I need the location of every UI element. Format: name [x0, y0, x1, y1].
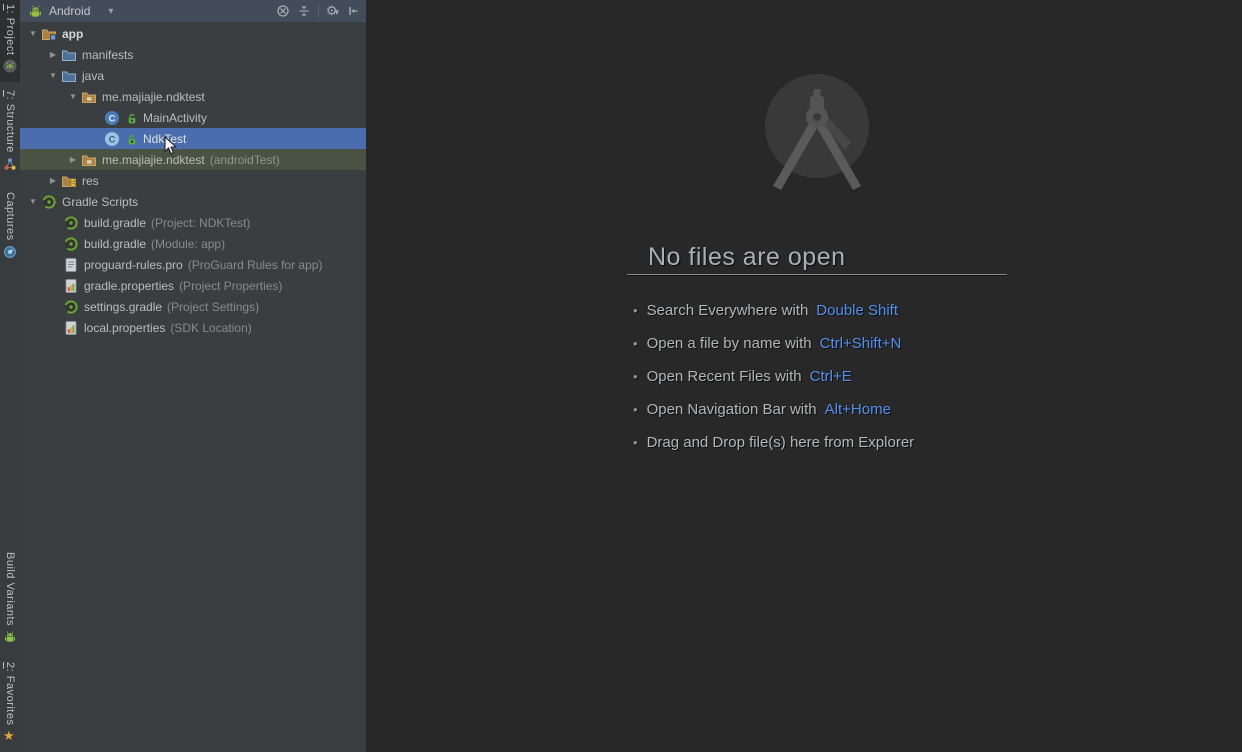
- tree-row-res[interactable]: ▶ res: [20, 170, 366, 191]
- title-divider: [627, 274, 1007, 275]
- android-icon: [3, 630, 17, 644]
- sidebar-item-structure-label: 7: Structure: [4, 90, 16, 153]
- sidebar-item-project[interactable]: 1: Project: [0, 0, 20, 82]
- sidebar-item-favorites-label: 2: Favorites: [4, 662, 16, 726]
- folder-icon: [61, 47, 77, 63]
- shortcut-text: Ctrl+Shift+N: [819, 335, 902, 352]
- chevron-down-icon[interactable]: ▼: [45, 71, 61, 80]
- collapse-all-icon[interactable]: [297, 4, 311, 18]
- svg-text:C: C: [109, 113, 116, 124]
- locate-icon[interactable]: [276, 4, 290, 18]
- project-panel-header: Android ▾ ⚙▾: [20, 0, 366, 22]
- properties-file-icon: [63, 278, 79, 294]
- package-icon: [81, 152, 97, 168]
- android-project-icon: [3, 59, 17, 73]
- project-tool-window: Android ▾ ⚙▾ ▼ app ▶ manifests ▼ java ▼ …: [20, 0, 366, 752]
- chevron-right-icon[interactable]: ▶: [45, 176, 61, 185]
- tree-row-local-properties[interactable]: local.properties (SDK Location): [20, 317, 366, 338]
- res-folder-icon: [61, 173, 77, 189]
- structure-icon: [3, 157, 17, 171]
- shortcut-text: Alt+Home: [824, 401, 891, 418]
- package-icon: [81, 89, 97, 105]
- tip-open-file: • Open a file by name with Ctrl+Shift+N: [633, 335, 902, 352]
- shortcut-text: Double Shift: [816, 302, 899, 319]
- tree-row-app[interactable]: ▼ app: [20, 23, 366, 44]
- tree-row-mainactivity[interactable]: C MainActivity: [20, 107, 366, 128]
- sidebar-item-build-variants-label: Build Variants: [4, 552, 16, 627]
- editor-empty-area: No files are open • Search Everywhere wi…: [366, 0, 1242, 752]
- tip-navigation-bar: • Open Navigation Bar with Alt+Home: [633, 401, 891, 418]
- project-tree: ▼ app ▶ manifests ▼ java ▼ me.majiajie.n…: [20, 23, 366, 338]
- text-file-icon: [63, 257, 79, 273]
- chevron-down-icon[interactable]: ▼: [25, 197, 41, 206]
- tree-row-build-gradle-project[interactable]: build.gradle (Project: NDKTest): [20, 212, 366, 233]
- chevron-right-icon[interactable]: ▶: [65, 155, 81, 164]
- tree-row-manifests[interactable]: ▶ manifests: [20, 44, 366, 65]
- bullet-icon: •: [633, 369, 638, 384]
- gradle-icon: [63, 236, 79, 252]
- tree-row-settings-gradle[interactable]: settings.gradle (Project Settings): [20, 296, 366, 317]
- tree-row-package-androidtest[interactable]: ▶ me.majiajie.ndktest (androidTest): [20, 149, 366, 170]
- page-title: No files are open: [648, 243, 846, 271]
- star-icon: ★: [3, 728, 15, 744]
- gradle-icon: [63, 215, 79, 231]
- bullet-icon: •: [633, 336, 638, 351]
- bullet-icon: •: [633, 303, 638, 318]
- sidebar-item-project-label: 1: Project: [4, 4, 16, 56]
- tool-window-stripe: 1: Project 7: Structure Captures Build V…: [0, 0, 20, 752]
- captures-icon: [3, 245, 17, 259]
- sidebar-item-captures-label: Captures: [4, 192, 16, 241]
- chevron-down-icon[interactable]: ▼: [25, 29, 41, 38]
- bullet-icon: •: [633, 402, 638, 417]
- folder-icon: [61, 68, 77, 84]
- view-mode-selector[interactable]: Android: [49, 4, 90, 18]
- bullet-icon: •: [633, 435, 638, 450]
- gradle-icon: [63, 299, 79, 315]
- tree-row-package-main[interactable]: ▼ me.majiajie.ndktest: [20, 86, 366, 107]
- public-lock-icon: [126, 134, 138, 146]
- android-studio-logo-icon: [747, 62, 887, 198]
- properties-file-icon: [63, 320, 79, 336]
- tree-row-build-gradle-module[interactable]: build.gradle (Module: app): [20, 233, 366, 254]
- sidebar-item-favorites[interactable]: 2: Favorites ★: [0, 658, 20, 750]
- hide-panel-icon[interactable]: [346, 4, 360, 18]
- gradle-icon: [41, 194, 57, 210]
- tree-row-proguard-rules[interactable]: proguard-rules.pro (ProGuard Rules for a…: [20, 254, 366, 275]
- class-icon: C: [104, 131, 120, 147]
- android-icon: [28, 4, 43, 19]
- chevron-right-icon[interactable]: ▶: [45, 50, 61, 59]
- sidebar-item-captures[interactable]: Captures: [0, 188, 20, 274]
- chevron-down-icon[interactable]: ▼: [65, 92, 81, 101]
- tip-drag-drop: • Drag and Drop file(s) here from Explor…: [633, 434, 915, 451]
- shortcut-text: Ctrl+E: [809, 368, 852, 385]
- tree-row-gradle-properties[interactable]: gradle.properties (Project Properties): [20, 275, 366, 296]
- tree-row-gradle-scripts[interactable]: ▼ Gradle Scripts: [20, 191, 366, 212]
- tip-search-everywhere: • Search Everywhere with Double Shift: [633, 302, 899, 319]
- settings-gear-icon[interactable]: ⚙▾: [326, 2, 339, 20]
- tip-recent-files: • Open Recent Files with Ctrl+E: [633, 368, 852, 385]
- chevron-down-icon[interactable]: ▾: [108, 6, 113, 17]
- shortcut-tips: • Search Everywhere with Double Shift • …: [633, 294, 914, 459]
- sidebar-item-structure[interactable]: 7: Structure: [0, 86, 20, 182]
- public-lock-icon: [126, 113, 138, 125]
- tree-row-java[interactable]: ▼ java: [20, 65, 366, 86]
- toolbar-separator: [317, 5, 319, 17]
- sidebar-item-build-variants[interactable]: Build Variants: [0, 548, 20, 648]
- module-folder-icon: [41, 26, 57, 42]
- class-icon: C: [104, 110, 120, 126]
- tree-row-ndktest[interactable]: C NdkTest: [20, 128, 366, 149]
- svg-text:C: C: [109, 134, 116, 145]
